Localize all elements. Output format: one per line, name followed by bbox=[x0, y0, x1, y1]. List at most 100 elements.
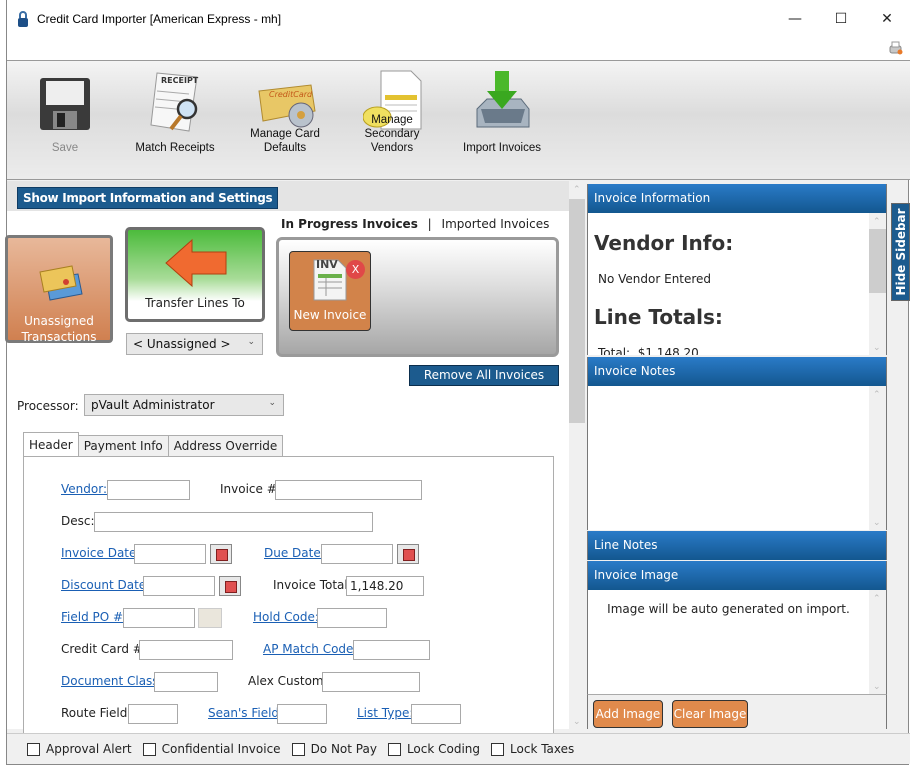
line-notes-header[interactable]: Line Notes bbox=[587, 531, 887, 560]
hold-code-input[interactable] bbox=[317, 608, 387, 628]
image-actions: Add Image Clear Image bbox=[587, 694, 887, 729]
scroll-up-icon[interactable]: ⌃ bbox=[873, 594, 881, 604]
seans-field-input[interactable] bbox=[277, 704, 327, 724]
calendar-icon[interactable] bbox=[397, 544, 419, 564]
invoice-date-input[interactable] bbox=[134, 544, 206, 564]
manage-card-defaults-button[interactable]: CreditCard Manage Card Defaults bbox=[239, 67, 331, 171]
match-receipts-button[interactable]: RECEIPT Match Receipts bbox=[129, 67, 221, 171]
approval-alert-checkbox[interactable]: Approval Alert bbox=[27, 742, 132, 756]
list-type-input[interactable] bbox=[411, 704, 461, 724]
checkbox-box[interactable] bbox=[491, 742, 505, 756]
lock-taxes-checkbox[interactable]: Lock Taxes bbox=[491, 742, 574, 756]
invoice-image-header[interactable]: Invoice Image bbox=[587, 561, 887, 590]
document-class-input[interactable] bbox=[154, 672, 218, 692]
tab-payment-info[interactable]: Payment Info bbox=[77, 435, 169, 456]
invoice-tile[interactable]: INV X New Invoice bbox=[289, 251, 371, 331]
checkbox-box[interactable] bbox=[387, 742, 401, 756]
tab-in-progress-invoices[interactable]: In Progress Invoices bbox=[281, 217, 418, 231]
field-po-input[interactable] bbox=[123, 608, 195, 628]
discount-date-link[interactable]: Discount Date: bbox=[61, 575, 150, 595]
ap-match-code-input[interactable] bbox=[353, 640, 430, 660]
desc-input[interactable] bbox=[94, 512, 373, 532]
confidential-invoice-checkbox[interactable]: Confidential Invoice bbox=[142, 742, 281, 756]
list-type-link[interactable]: List Type: bbox=[357, 703, 413, 723]
credit-card-label: Credit Card #: bbox=[61, 642, 147, 656]
invoice-date-link[interactable]: Invoice Date: bbox=[61, 543, 140, 563]
unassigned-transactions-button[interactable]: Unassigned Transactions bbox=[5, 235, 113, 344]
scroll-up-icon[interactable]: ⌃ bbox=[873, 217, 881, 227]
header-tabs: Header Payment Info Address Override bbox=[23, 432, 284, 456]
minimize-button[interactable]: — bbox=[772, 0, 818, 38]
document-class-link[interactable]: Document Class: bbox=[61, 671, 163, 691]
scroll-down-icon[interactable]: ⌄ bbox=[573, 717, 581, 727]
due-date-input[interactable] bbox=[321, 544, 393, 564]
invoice-number-input[interactable] bbox=[275, 480, 422, 500]
svg-text:RECEIPT: RECEIPT bbox=[161, 76, 199, 85]
inv-badge: INV bbox=[316, 258, 338, 271]
invoice-tile-label: New Invoice bbox=[293, 308, 367, 322]
scroll-thumb[interactable] bbox=[569, 199, 585, 423]
alex-custom-input[interactable] bbox=[322, 672, 420, 692]
import-invoices-button[interactable]: Import Invoices bbox=[457, 67, 547, 171]
notes-scrollbar[interactable]: ⌃ ⌄ bbox=[869, 386, 886, 530]
desc-label: Desc: bbox=[61, 514, 95, 528]
scroll-thumb[interactable] bbox=[869, 229, 886, 293]
show-import-settings-button[interactable]: Show Import Information and Settings bbox=[17, 187, 279, 209]
vendor-input[interactable] bbox=[107, 480, 190, 500]
lookup-box-icon[interactable] bbox=[198, 608, 222, 628]
scroll-down-icon[interactable]: ⌄ bbox=[873, 343, 881, 353]
checkbox-box[interactable] bbox=[27, 742, 40, 756]
calendar-icon[interactable] bbox=[210, 544, 232, 564]
scroll-down-icon[interactable]: ⌄ bbox=[873, 682, 881, 692]
processor-select[interactable]: pVault Administrator ⌄ bbox=[84, 394, 284, 416]
image-scrollbar[interactable]: ⌃ ⌄ bbox=[869, 590, 886, 694]
tab-header[interactable]: Header bbox=[23, 432, 79, 456]
ap-match-code-link[interactable]: AP Match Code: bbox=[263, 639, 357, 659]
route-field-input[interactable] bbox=[128, 704, 178, 724]
save-button[interactable]: Save bbox=[29, 67, 101, 171]
add-image-button[interactable]: Add Image bbox=[593, 700, 663, 728]
scroll-up-icon[interactable]: ⌃ bbox=[873, 390, 881, 400]
due-date-link[interactable]: Due Date: bbox=[264, 543, 325, 563]
lock-coding-checkbox[interactable]: Lock Coding bbox=[387, 742, 480, 756]
scroll-up-icon[interactable]: ⌃ bbox=[573, 185, 581, 195]
info-scrollbar[interactable]: ⌃ ⌄ bbox=[869, 213, 886, 355]
remove-all-invoices-button[interactable]: Remove All Invoices bbox=[409, 365, 559, 386]
field-po-link[interactable]: Field PO #: bbox=[61, 607, 127, 627]
invoice-notes-header[interactable]: Invoice Notes bbox=[587, 357, 887, 386]
close-button[interactable]: ✕ bbox=[864, 0, 910, 38]
calendar-icon[interactable] bbox=[219, 576, 241, 596]
main-scrollbar[interactable]: ⌃ ⌄ bbox=[569, 181, 585, 729]
transfer-target-value: < Unassigned > bbox=[133, 337, 231, 351]
checkbox-box[interactable] bbox=[142, 742, 156, 756]
transfer-target-select[interactable]: < Unassigned > ⌄ bbox=[126, 333, 263, 355]
invoice-tabs: In Progress Invoices | Imported Invoices bbox=[281, 217, 549, 231]
remove-invoice-icon[interactable]: X bbox=[346, 260, 365, 279]
vendor-link[interactable]: Vendor: bbox=[61, 479, 107, 499]
checkbox-label: Confidential Invoice bbox=[161, 742, 281, 756]
checkbox-box[interactable] bbox=[291, 742, 305, 756]
hide-sidebar-label: Hide Sidebar bbox=[893, 208, 908, 296]
hide-sidebar-button[interactable]: Hide Sidebar bbox=[891, 203, 910, 301]
scroll-down-icon[interactable]: ⌄ bbox=[873, 518, 881, 528]
invoice-total-input[interactable]: 1,148.20 bbox=[346, 576, 424, 596]
clear-image-button[interactable]: Clear Image bbox=[672, 700, 748, 728]
tab-imported-invoices[interactable]: Imported Invoices bbox=[442, 217, 550, 231]
do-not-pay-checkbox[interactable]: Do Not Pay bbox=[291, 742, 377, 756]
vendor-info-heading: Vendor Info: bbox=[594, 231, 734, 255]
hold-code-link[interactable]: Hold Code: bbox=[253, 607, 319, 627]
app-window: Credit Card Importer [American Express -… bbox=[5, 0, 910, 765]
maximize-button[interactable]: ☐ bbox=[818, 0, 864, 38]
transfer-lines-button[interactable]: Transfer Lines To bbox=[125, 227, 265, 322]
in-progress-invoices-panel: INV X New Invoice bbox=[276, 237, 559, 357]
manage-secondary-vendors-button[interactable]: Manage Secondary Vendors bbox=[349, 67, 435, 171]
tab-address-override[interactable]: Address Override bbox=[167, 435, 284, 456]
discount-date-input[interactable] bbox=[143, 576, 215, 596]
invoice-notes-body[interactable]: ⌃ ⌄ bbox=[587, 386, 887, 530]
checkbox-label: Do Not Pay bbox=[310, 742, 377, 756]
invoice-information-header[interactable]: Invoice Information bbox=[587, 184, 887, 213]
help-printer-icon[interactable] bbox=[889, 41, 903, 55]
minimize-icon: — bbox=[788, 11, 802, 27]
seans-field-link[interactable]: Sean's Field: bbox=[208, 703, 283, 723]
credit-card-input[interactable] bbox=[139, 640, 233, 660]
